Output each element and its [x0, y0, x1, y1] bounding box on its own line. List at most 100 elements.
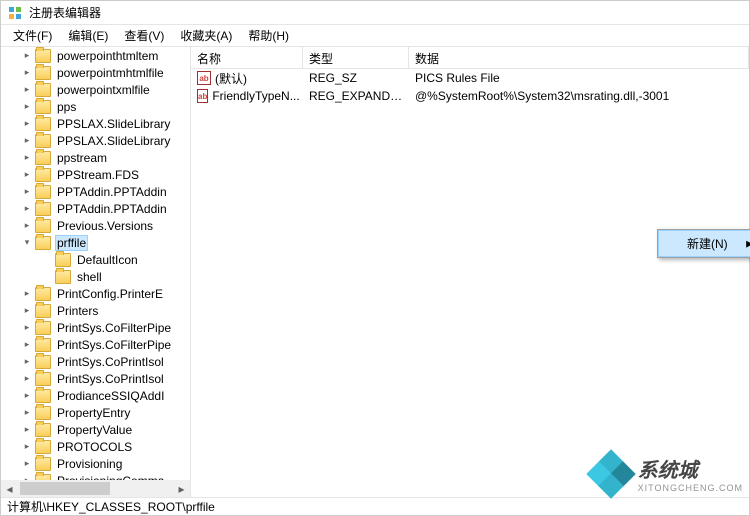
- expand-icon[interactable]: ▸: [21, 322, 33, 334]
- tree-node-label: PrintSys.CoFilterPipe: [55, 321, 173, 335]
- menu-favorites[interactable]: 收藏夹(A): [172, 25, 240, 46]
- tree-node[interactable]: ▸ PPStream.FDS: [1, 166, 190, 183]
- expand-icon[interactable]: ▸: [21, 118, 33, 130]
- expand-icon[interactable]: ▸: [21, 67, 33, 79]
- expand-icon[interactable]: ▸: [21, 390, 33, 402]
- list-row[interactable]: abFriendlyTypeN...REG_EXPAND_SZ@%SystemR…: [191, 87, 749, 105]
- tree-hscrollbar[interactable]: ◂ ▸: [1, 480, 190, 497]
- col-header-name[interactable]: 名称: [191, 47, 303, 68]
- scroll-right-icon[interactable]: ▸: [173, 480, 190, 497]
- folder-icon: [35, 321, 51, 335]
- tree-node-label: PrintSys.CoPrintIsol: [55, 372, 166, 386]
- tree-node-label: ppstream: [55, 151, 109, 165]
- tree-node[interactable]: ▸ProvisioningComma: [1, 472, 190, 480]
- menu-edit[interactable]: 编辑(E): [60, 25, 116, 46]
- list-header: 名称 类型 数据: [191, 47, 749, 69]
- titlebar: 注册表编辑器: [1, 1, 749, 25]
- tree-node-label: PPStream.FDS: [55, 168, 141, 182]
- expand-icon[interactable]: ▸: [21, 373, 33, 385]
- tree-node-label: powerpointxmlfile: [55, 83, 152, 97]
- list-row[interactable]: ab(默认)REG_SZPICS Rules File: [191, 69, 749, 87]
- context-item-new-label: 新建(N): [687, 237, 728, 251]
- tree-inner[interactable]: ▸powerpointhtmltem▸powerpointmhtmlfile▸p…: [1, 47, 190, 480]
- statusbar-path: 计算机\HKEY_CLASSES_ROOT\prffile: [7, 498, 215, 515]
- expand-icon[interactable]: ▸: [21, 288, 33, 300]
- tree-node-label: shell: [75, 270, 104, 284]
- context-item-new[interactable]: 新建(N) ▶: [658, 230, 750, 257]
- tree-node[interactable]: ▸Provisioning: [1, 455, 190, 472]
- expand-icon[interactable]: ▸: [21, 169, 33, 181]
- expand-icon[interactable]: ▸: [21, 84, 33, 96]
- tree-node[interactable]: ▸ PrintSys.CoPrintIsol: [1, 370, 190, 387]
- menu-view[interactable]: 查看(V): [116, 25, 172, 46]
- tree-node[interactable]: ▸ Printers: [1, 302, 190, 319]
- tree-node[interactable]: ▸PrintSys.CoFilterPipe: [1, 336, 190, 353]
- expand-icon[interactable]: ▸: [21, 305, 33, 317]
- tree-node[interactable]: ▸ PPSLAX.SlideLibrary: [1, 132, 190, 149]
- expand-icon[interactable]: ▸: [21, 356, 33, 368]
- tree-node-label: Printers: [55, 304, 100, 318]
- tree-node-label: PROTOCOLS: [55, 440, 134, 454]
- row-name: (默认): [215, 70, 247, 87]
- tree-node[interactable]: ▸ PropertyEntry: [1, 404, 190, 421]
- folder-icon: [35, 389, 51, 403]
- tree-node[interactable]: ▸ pps: [1, 98, 190, 115]
- expand-icon[interactable]: ▸: [21, 220, 33, 232]
- folder-icon: [35, 338, 51, 352]
- expand-icon[interactable]: ▸: [21, 152, 33, 164]
- context-menu-parent: 新建(N) ▶: [657, 229, 750, 258]
- regedit-icon: [7, 5, 23, 21]
- folder-icon: [35, 372, 51, 386]
- row-data: @%SystemRoot%\System32\msrating.dll,-300…: [409, 89, 749, 103]
- tree-node[interactable]: ▸ProdianceSSIQAddI: [1, 387, 190, 404]
- menu-file[interactable]: 文件(F): [5, 25, 60, 46]
- tree-node[interactable]: ▸ PrintConfig.PrinterE: [1, 285, 190, 302]
- tree-node[interactable]: ▸PropertyValue: [1, 421, 190, 438]
- tree-node[interactable]: ▸powerpointhtmltem: [1, 47, 190, 64]
- tree-node[interactable]: ▸ PPTAddin.PPTAddin: [1, 200, 190, 217]
- tree-node[interactable]: ▸ powerpointxmlfile: [1, 81, 190, 98]
- menu-help[interactable]: 帮助(H): [240, 25, 297, 46]
- content-area: ▸powerpointhtmltem▸powerpointmhtmlfile▸p…: [1, 47, 749, 497]
- folder-icon: [35, 304, 51, 318]
- tree-node[interactable]: ▸PPTAddin.PPTAddin: [1, 183, 190, 200]
- scroll-left-icon[interactable]: ◂: [1, 480, 18, 497]
- tree-node[interactable]: ▾prffile: [1, 234, 190, 251]
- tree-node-label: pps: [55, 100, 78, 114]
- collapse-icon[interactable]: ▾: [21, 237, 33, 249]
- tree-node-label: PPSLAX.SlideLibrary: [55, 134, 172, 148]
- tree-node[interactable]: ▸ PrintSys.CoFilterPipe: [1, 319, 190, 336]
- folder-icon: [35, 117, 51, 131]
- expand-icon[interactable]: ▸: [21, 135, 33, 147]
- tree-node[interactable]: DefaultIcon: [1, 251, 190, 268]
- expand-icon[interactable]: ▸: [21, 339, 33, 351]
- tree-node[interactable]: shell: [1, 268, 190, 285]
- row-type: REG_EXPAND_SZ: [303, 89, 409, 103]
- tree-node[interactable]: ▸ ppstream: [1, 149, 190, 166]
- expand-icon[interactable]: ▸: [21, 203, 33, 215]
- tree-node[interactable]: ▸ PPSLAX.SlideLibrary: [1, 115, 190, 132]
- col-header-type[interactable]: 类型: [303, 47, 409, 68]
- expand-icon[interactable]: ▸: [21, 407, 33, 419]
- tree-node-label: PPSLAX.SlideLibrary: [55, 117, 172, 131]
- tree-node-label: PPTAddin.PPTAddin: [55, 202, 169, 216]
- tree-node-label: Previous.Versions: [55, 219, 155, 233]
- expand-icon[interactable]: ▸: [21, 424, 33, 436]
- expand-icon[interactable]: ▸: [21, 50, 33, 62]
- tree-node[interactable]: ▸powerpointmhtmlfile: [1, 64, 190, 81]
- tree-node[interactable]: ▸ PrintSys.CoPrintIsol: [1, 353, 190, 370]
- tree-node-label: PrintSys.CoPrintIsol: [55, 355, 166, 369]
- tree-node[interactable]: ▸ PROTOCOLS: [1, 438, 190, 455]
- tree-node[interactable]: ▸ Previous.Versions: [1, 217, 190, 234]
- expand-icon[interactable]: ▸: [21, 458, 33, 470]
- expand-icon[interactable]: ▸: [21, 441, 33, 453]
- scroll-thumb[interactable]: [20, 482, 110, 495]
- watermark: 系统城 XITONGCHENG.COM: [590, 453, 743, 493]
- col-header-data[interactable]: 数据: [409, 47, 749, 68]
- list-body[interactable]: ab(默认)REG_SZPICS Rules FileabFriendlyTyp…: [191, 69, 749, 497]
- tree-node-label: PrintConfig.PrinterE: [55, 287, 165, 301]
- expand-icon[interactable]: ▸: [21, 101, 33, 113]
- tree-node-label: PropertyEntry: [55, 406, 132, 420]
- statusbar: 计算机\HKEY_CLASSES_ROOT\prffile: [1, 497, 749, 515]
- expand-icon[interactable]: ▸: [21, 186, 33, 198]
